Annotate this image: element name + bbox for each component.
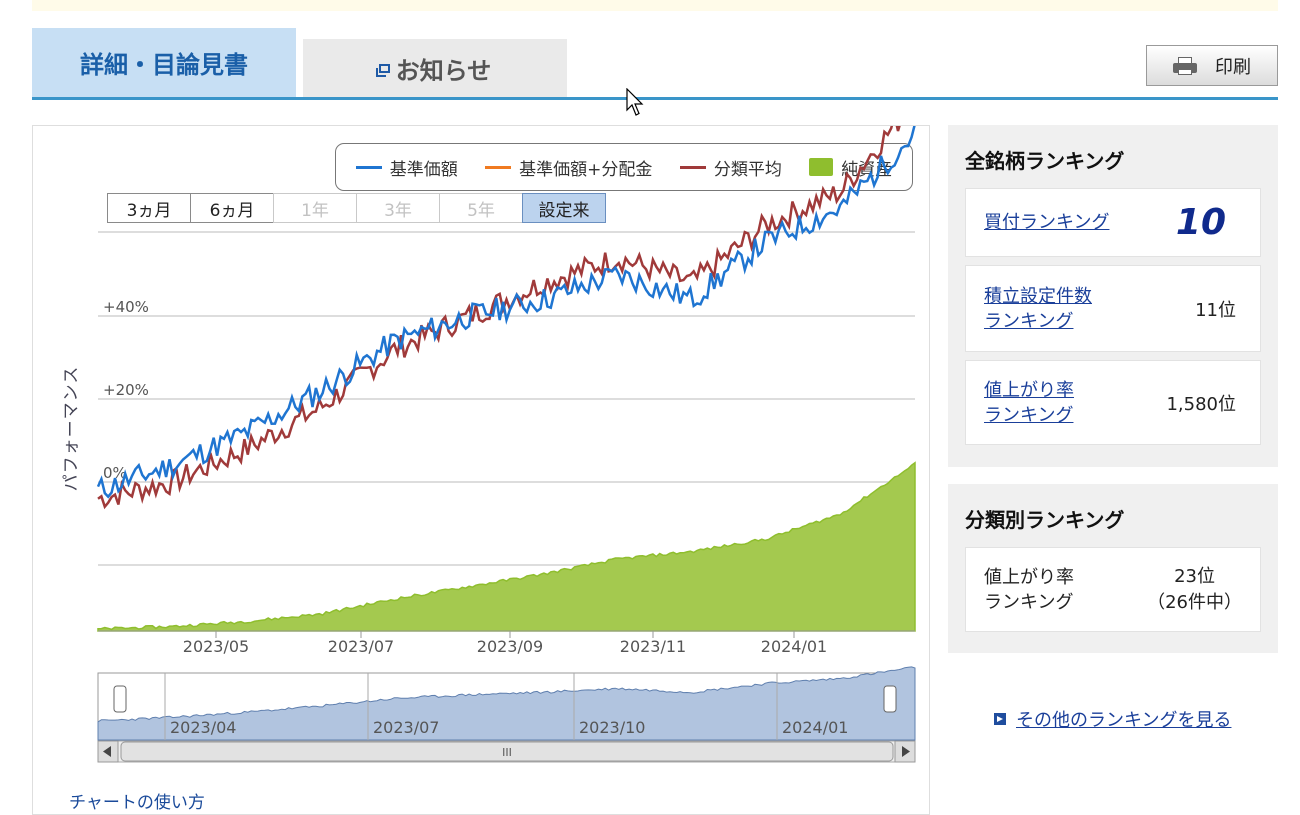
accum-ranking-value: 11位 — [1195, 299, 1236, 321]
chart-howto-link[interactable]: チャートの使い方 — [69, 788, 205, 813]
new-window-icon — [375, 63, 390, 77]
chart-howto-label: チャートの使い方 — [69, 793, 205, 813]
tab-detail[interactable]: 詳細・目論見書 — [32, 28, 296, 97]
navigator-tick-label: 2024/01 — [782, 718, 848, 737]
print-button-label: 印刷 — [1215, 56, 1251, 78]
navigator-tick-label: 2023/10 — [579, 718, 645, 737]
navigator-tick-label: 2023/04 — [170, 718, 236, 737]
rise-label-line2: ランキング — [984, 404, 1074, 426]
net-assets-area — [97, 461, 916, 632]
accum-label-line2: ランキング — [984, 310, 1074, 332]
tab-news-label: お知らせ — [395, 56, 492, 85]
mouse-cursor-icon — [626, 88, 644, 116]
cat-label-line1: 値上がり率 — [984, 566, 1074, 588]
tab-news[interactable]: お知らせ — [303, 39, 567, 97]
top-band — [32, 0, 1278, 11]
tab-detail-label: 詳細・目論見書 — [80, 51, 248, 79]
rise-ranking-link[interactable]: 値上がり率ランキング — [984, 378, 1074, 428]
buy-ranking-link[interactable]: 買付ランキング — [984, 210, 1109, 235]
x-tick-label: 2023/09 — [477, 637, 543, 656]
all-ranking-title: 全銘柄ランキング — [965, 149, 1125, 173]
buy-ranking-value: 10 — [1175, 202, 1226, 243]
print-button[interactable]: 印刷 — [1146, 45, 1278, 86]
category-ranking-panel: 分類別ランキング 値上がり率ランキング 23位 （26件中） — [948, 484, 1278, 653]
accum-ranking-link[interactable]: 積立設定件数 ランキング — [984, 284, 1092, 334]
navigator-tick-label: 2023/07 — [373, 718, 439, 737]
cat-label-line2: ランキング — [984, 591, 1074, 613]
navigator-handle-right[interactable] — [883, 685, 897, 713]
arrow-right-square-icon — [994, 713, 1006, 725]
cat-value-line2: （26件中） — [1147, 591, 1242, 613]
navigator-handle-left[interactable] — [113, 685, 127, 713]
all-ranking-panel: 全銘柄ランキング 買付ランキング 10 積立設定件数 ランキング 11位 値上がり… — [948, 125, 1278, 467]
y-tick-label: +40% — [103, 298, 149, 316]
category-ranking-title: 分類別ランキング — [965, 508, 1125, 532]
nav-line — [96, 126, 916, 499]
scrollbar-grip: III — [502, 746, 512, 759]
more-rankings: その他のランキングを見る — [994, 706, 1231, 732]
rise-ranking-row: 値上がり率ランキング 1,580位 — [965, 360, 1261, 445]
buy-ranking-row: 買付ランキング 10 — [965, 188, 1261, 257]
category-rise-row: 値上がり率ランキング 23位 （26件中） — [965, 547, 1261, 632]
rise-ranking-value: 1,580位 — [1166, 393, 1236, 415]
printer-icon — [1173, 56, 1197, 75]
accum-label-line1: 積立設定件数 — [984, 285, 1092, 307]
chart-panel: 基準価額 基準価額+分配金 分類平均 純資産 3ヵ月 6ヵ月 1年 3年 5年 … — [32, 125, 930, 815]
category-rise-value: 23位 （26件中） — [1147, 564, 1242, 616]
x-tick-label: 2023/07 — [328, 637, 394, 656]
cat-value-line1: 23位 — [1174, 565, 1215, 587]
rise-label-line1: 値上がり率 — [984, 379, 1074, 401]
x-tick-label: 2024/01 — [761, 637, 827, 656]
tab-bar: 詳細・目論見書 お知らせ 印刷 — [32, 28, 1278, 100]
x-tick-label: 2023/05 — [183, 637, 249, 656]
category-rise-label: 値上がり率ランキング — [984, 565, 1074, 615]
y-tick-label: +20% — [103, 381, 149, 399]
accum-ranking-row: 積立設定件数 ランキング 11位 — [965, 265, 1261, 352]
more-rankings-link[interactable]: その他のランキングを見る — [1016, 706, 1231, 732]
performance-chart[interactable]: +40% +20% 0% 2023/05 2023/07 2023/09 2023/1… — [33, 126, 929, 786]
tab-underline — [32, 97, 1278, 100]
x-tick-label: 2023/11 — [620, 637, 686, 656]
